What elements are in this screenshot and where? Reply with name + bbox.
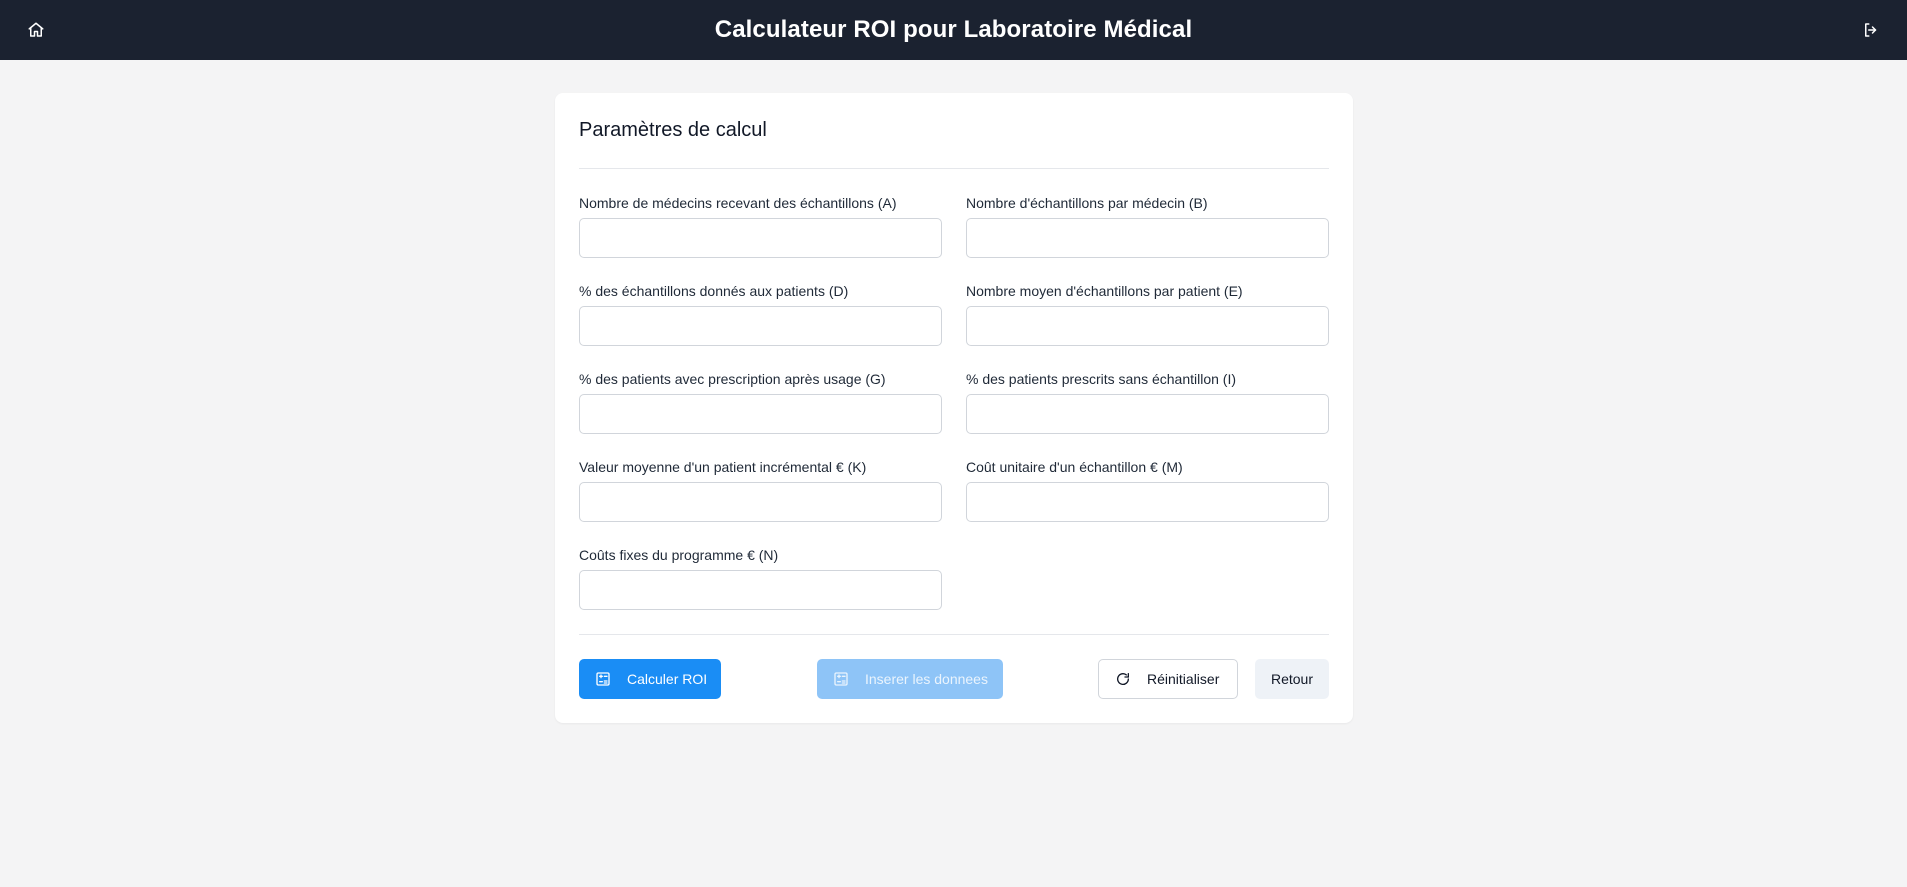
field-label: % des patients avec prescription après u… [579,371,886,387]
field-label: Valeur moyenne d'un patient incrémental … [579,459,867,475]
prescription-after-use-pct-input[interactable] [579,394,942,434]
field-avg-samples-per-patient: Nombre moyen d'échantillons par patient … [966,283,1329,346]
home-icon [28,22,44,37]
avg-samples-per-patient-input[interactable] [966,306,1329,346]
calculator-icon [833,671,849,687]
top-bar: Calculateur ROI pour Laboratoire Médical [0,0,1907,60]
field-samples-per-doctor: Nombre d'échantillons par médecin (B) [966,195,1329,258]
home-button[interactable] [22,16,50,44]
field-label: Nombre d'échantillons par médecin (B) [966,195,1208,211]
field-sample-unit-cost: Coût unitaire d'un échantillon € (M) [966,459,1329,522]
samples-given-pct-input[interactable] [579,306,942,346]
logout-icon [1865,23,1877,37]
logout-button[interactable] [1857,16,1885,44]
insert-data-label: Inserer les donnees [865,671,988,687]
field-samples-given-pct: % des échantillons donnés aux patients (… [579,283,942,346]
calculator-icon [595,671,611,687]
field-prescription-after-use-pct: % des patients avec prescription après u… [579,371,942,434]
back-label: Retour [1270,671,1314,687]
header-divider [579,168,1329,169]
field-doctors-count: Nombre de médecins recevant des échantil… [579,195,942,258]
refresh-icon [1115,671,1131,687]
insert-data-button[interactable]: Inserer les donnees [817,659,1003,699]
field-label: Nombre moyen d'échantillons par patient … [966,283,1243,299]
samples-per-doctor-input[interactable] [966,218,1329,258]
field-label: % des patients prescrits sans échantillo… [966,371,1237,387]
field-prescribed-without-sample-pct: % des patients prescrits sans échantillo… [966,371,1329,434]
sample-unit-cost-input[interactable] [966,482,1329,522]
actions-divider [579,634,1329,635]
field-label: % des échantillons donnés aux patients (… [579,283,849,299]
calculate-roi-button[interactable]: Calculer ROI [579,659,721,699]
calculate-roi-label: Calculer ROI [627,671,708,687]
doctors-count-input[interactable] [579,218,942,258]
field-label: Coût unitaire d'un échantillon € (M) [966,459,1183,475]
prescribed-without-sample-pct-input[interactable] [966,394,1329,434]
field-incremental-patient-value: Valeur moyenne d'un patient incrémental … [579,459,942,522]
program-fixed-costs-input[interactable] [579,570,942,610]
back-button[interactable]: Retour [1255,659,1329,699]
field-label: Nombre de médecins recevant des échantil… [579,195,897,211]
reset-button[interactable]: Réinitialiser [1098,659,1238,699]
incremental-patient-value-input[interactable] [579,482,942,522]
reset-label: Réinitialiser [1147,671,1220,687]
field-program-fixed-costs: Coûts fixes du programme € (N) [579,547,942,610]
page-title: Calculateur ROI pour Laboratoire Médical [714,16,1193,43]
calc-parameters-card: Paramètres de calcul Nombre de médecins … [555,93,1353,723]
field-label: Coûts fixes du programme € (N) [579,547,779,563]
card-title: Paramètres de calcul [579,119,767,141]
